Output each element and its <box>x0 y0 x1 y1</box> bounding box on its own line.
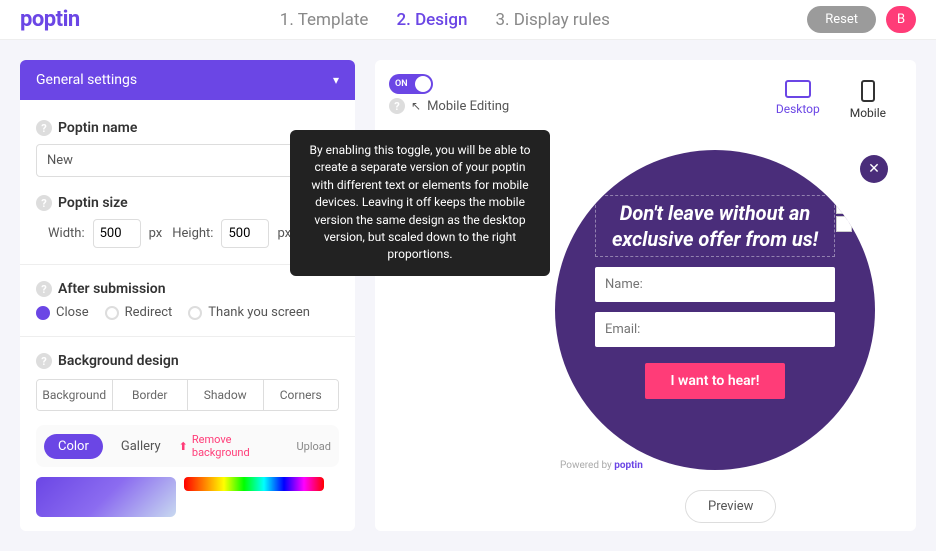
copy-icon[interactable]: ⧉ <box>836 198 852 214</box>
reset-button[interactable]: Reset <box>807 6 876 33</box>
mobile-editing-label: Mobile Editing <box>427 99 509 114</box>
after-submission-label: ? After submission <box>36 281 339 297</box>
height-input[interactable] <box>221 219 269 248</box>
desktop-icon <box>785 80 811 98</box>
radio-close[interactable]: Close <box>36 305 89 320</box>
tab-border[interactable]: Border <box>113 380 189 410</box>
height-label: Height: <box>172 226 213 241</box>
top-actions: Reset B <box>807 6 916 33</box>
help-icon[interactable]: ? <box>36 120 52 136</box>
pill-gallery[interactable]: Gallery <box>111 434 171 459</box>
popup-headline[interactable]: Don't leave without an exclusive offer f… <box>595 195 835 257</box>
tab-background[interactable]: Background <box>37 380 113 410</box>
radio-thank-you[interactable]: Thank you screen <box>188 305 310 320</box>
radio-redirect[interactable]: Redirect <box>105 305 173 320</box>
popup-preview[interactable]: Don't leave without an exclusive offer f… <box>555 150 875 470</box>
popup-close-button[interactable]: ✕ <box>860 155 888 183</box>
chevron-down-icon: ▾ <box>333 73 339 87</box>
width-unit: px <box>149 226 163 241</box>
width-input[interactable] <box>93 219 141 248</box>
popup-name-field[interactable] <box>595 267 835 302</box>
help-icon[interactable]: ? <box>389 98 405 114</box>
powered-by: Powered by poptin <box>560 460 643 471</box>
step-display-rules[interactable]: 3. Display rules <box>495 10 609 30</box>
tab-shadow[interactable]: Shadow <box>188 380 264 410</box>
mobile-editing-tooltip: By enabling this toggle, you will be abl… <box>290 130 550 276</box>
upload-link[interactable]: Upload <box>297 440 331 453</box>
expand-icon[interactable]: ⤢ <box>836 216 852 232</box>
background-design-label: ? Background design <box>36 353 339 369</box>
general-settings-header[interactable]: General settings ▾ <box>20 60 355 100</box>
brand-logo: poptin <box>20 7 80 32</box>
primary-button[interactable]: B <box>886 6 916 33</box>
section-title: General settings <box>36 72 137 88</box>
remove-background-link[interactable]: ⬆Remove background <box>179 433 289 459</box>
mobile-icon <box>861 80 875 102</box>
preview-button[interactable]: Preview <box>685 490 776 523</box>
device-mobile[interactable]: Mobile <box>850 80 886 120</box>
mobile-editing-toggle[interactable]: ON <box>389 74 433 94</box>
device-desktop[interactable]: Desktop <box>776 80 820 120</box>
step-template[interactable]: 1. Template <box>280 10 369 30</box>
popup-email-field[interactable] <box>595 312 835 347</box>
popup-cta-button[interactable]: I want to hear! <box>645 363 786 399</box>
help-icon[interactable]: ? <box>36 353 52 369</box>
wizard-steps: 1. Template 2. Design 3. Display rules <box>280 10 610 30</box>
top-bar: poptin 1. Template 2. Design 3. Display … <box>0 0 936 40</box>
pill-color[interactable]: Color <box>44 434 103 459</box>
cursor-icon: ↖ <box>411 99 421 113</box>
help-icon[interactable]: ? <box>36 195 52 211</box>
tab-corners[interactable]: Corners <box>264 380 339 410</box>
upload-icon: ⬆ <box>179 440 188 453</box>
help-icon[interactable]: ? <box>36 281 52 297</box>
step-design[interactable]: 2. Design <box>396 10 467 30</box>
hue-slider[interactable] <box>184 477 324 491</box>
color-swatch[interactable] <box>36 477 176 517</box>
width-label: Width: <box>48 226 85 241</box>
